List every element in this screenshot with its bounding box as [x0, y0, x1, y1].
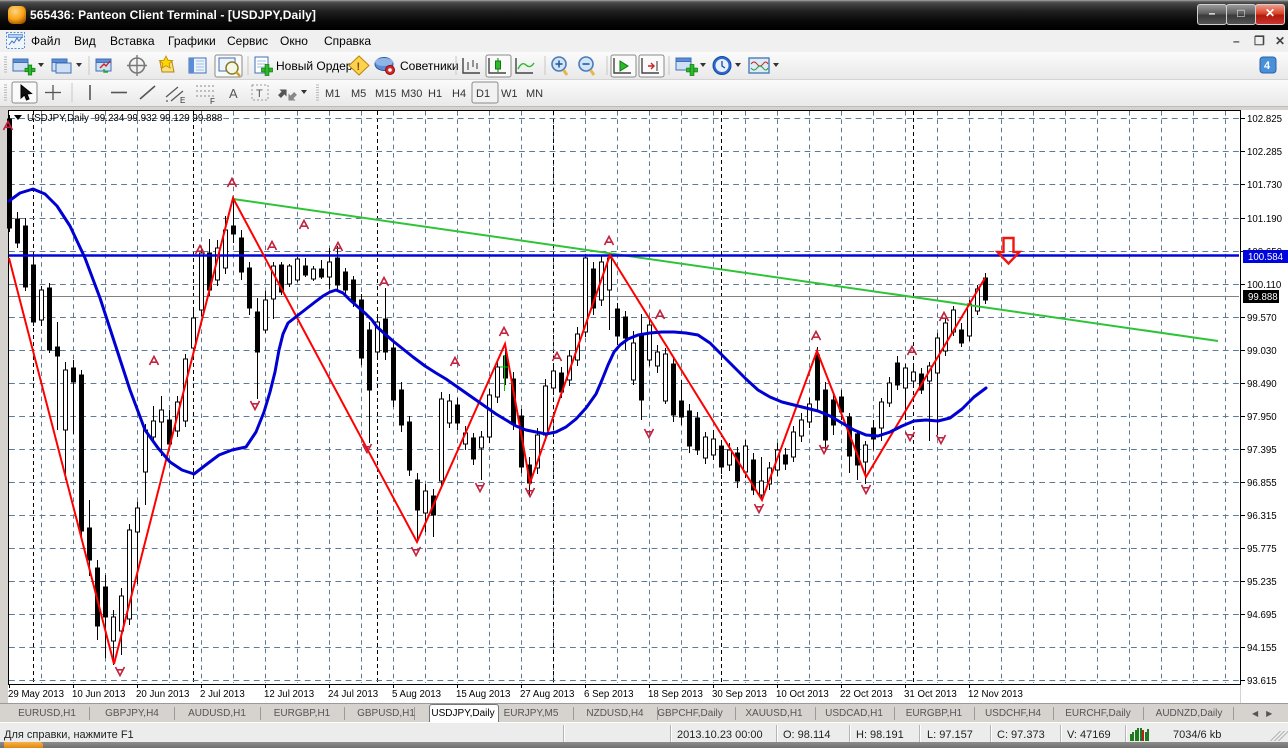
- svg-text:5 Aug 2013: 5 Aug 2013: [392, 689, 441, 700]
- svg-text:102.825: 102.825: [1247, 114, 1282, 125]
- svg-text:10 Jun 2013: 10 Jun 2013: [72, 689, 125, 700]
- svg-text:93.615: 93.615: [1247, 676, 1277, 687]
- svg-text:Новый Ордер: Новый Ордер: [276, 59, 353, 73]
- svg-text:97.395: 97.395: [1247, 445, 1277, 456]
- svg-text:96.855: 96.855: [1247, 478, 1277, 489]
- svg-text:F: F: [210, 97, 215, 106]
- svg-text:22 Oct 2013: 22 Oct 2013: [840, 689, 893, 700]
- svg-text:Советники: Советники: [400, 59, 459, 73]
- svg-text:95.775: 95.775: [1247, 544, 1277, 555]
- svg-text:M15: M15: [375, 88, 396, 100]
- svg-text:12 Nov 2013: 12 Nov 2013: [968, 689, 1023, 700]
- svg-text:10 Oct 2013: 10 Oct 2013: [776, 689, 829, 700]
- svg-text:30 Sep 2013: 30 Sep 2013: [712, 689, 767, 700]
- svg-text:96.315: 96.315: [1247, 511, 1277, 522]
- svg-text:102.285: 102.285: [1247, 147, 1282, 158]
- svg-text:94.695: 94.695: [1247, 610, 1277, 621]
- svg-text:H1: H1: [428, 88, 442, 100]
- svg-text:A: A: [229, 86, 238, 101]
- svg-text:20 Jun 2013: 20 Jun 2013: [136, 689, 189, 700]
- svg-text:6 Sep 2013: 6 Sep 2013: [584, 689, 634, 700]
- svg-text:15 Aug 2013: 15 Aug 2013: [456, 689, 510, 700]
- svg-text:97.950: 97.950: [1247, 412, 1277, 423]
- svg-text:100.584: 100.584: [1248, 252, 1284, 263]
- svg-text:101.190: 101.190: [1247, 214, 1283, 225]
- svg-text:101.730: 101.730: [1247, 180, 1283, 191]
- svg-text:4: 4: [1264, 60, 1271, 72]
- svg-text:27 Aug 2013: 27 Aug 2013: [520, 689, 574, 700]
- svg-text:18 Sep 2013: 18 Sep 2013: [648, 689, 703, 700]
- svg-text:D1: D1: [476, 88, 490, 100]
- svg-text:99.030: 99.030: [1247, 346, 1277, 357]
- svg-text:12 Jul 2013: 12 Jul 2013: [264, 689, 314, 700]
- svg-text:MN: MN: [526, 88, 543, 100]
- svg-text:M1: M1: [325, 88, 340, 100]
- svg-text:98.490: 98.490: [1247, 379, 1277, 390]
- svg-text:H4: H4: [452, 88, 466, 100]
- svg-text:M5: M5: [351, 88, 366, 100]
- svg-text:W1: W1: [501, 88, 518, 100]
- svg-text:E: E: [180, 96, 185, 105]
- svg-text:!: !: [357, 61, 361, 73]
- svg-text:2 Jul 2013: 2 Jul 2013: [200, 689, 245, 700]
- svg-text:USDJPY,Daily 99.234 99.932 99: USDJPY,Daily 99.234 99.932 99.129 99.888: [27, 113, 223, 124]
- svg-text:31 Oct 2013: 31 Oct 2013: [904, 689, 957, 700]
- svg-text:95.235: 95.235: [1247, 577, 1277, 588]
- svg-text:94.155: 94.155: [1247, 643, 1277, 654]
- svg-text:99.570: 99.570: [1247, 313, 1277, 324]
- svg-text:99.888: 99.888: [1248, 292, 1278, 303]
- svg-text:T: T: [256, 88, 263, 100]
- svg-text:M30: M30: [401, 88, 422, 100]
- svg-text:29 May 2013: 29 May 2013: [8, 689, 64, 700]
- svg-text:24 Jul 2013: 24 Jul 2013: [328, 689, 378, 700]
- svg-text:100.110: 100.110: [1247, 280, 1282, 291]
